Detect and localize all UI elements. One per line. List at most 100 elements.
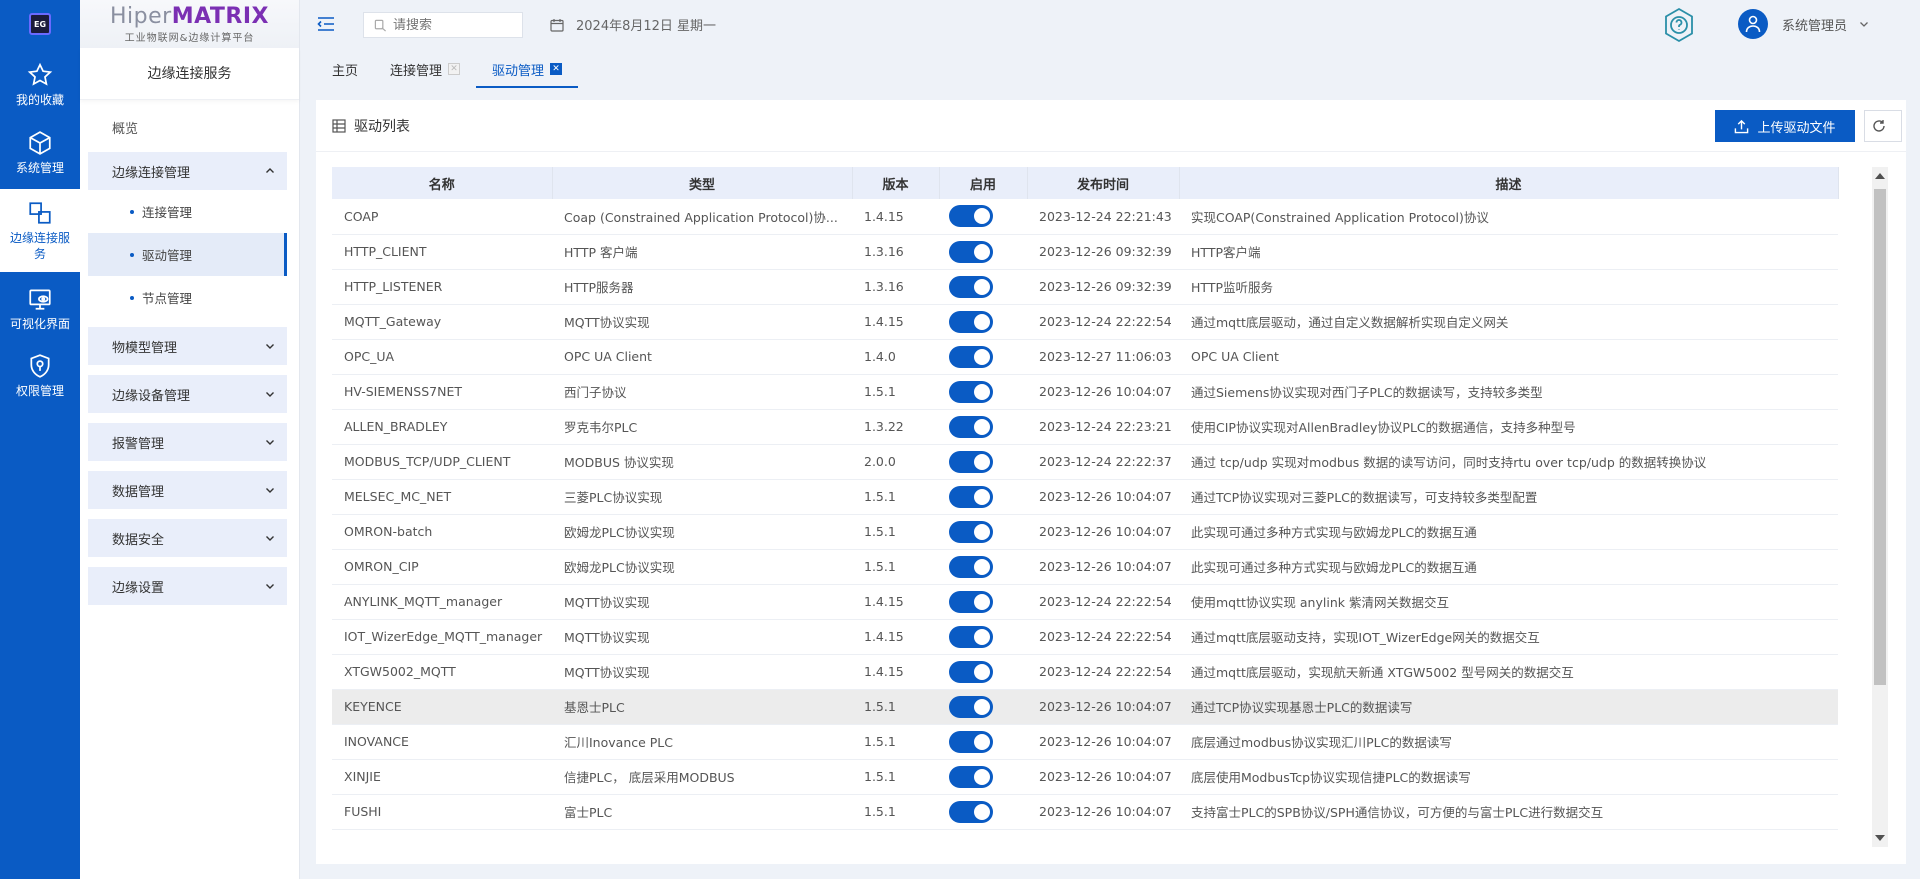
- table-row[interactable]: OPC_UA OPC UA Client 1.4.0 2023-12-27 11:06…: [332, 339, 1838, 375]
- rail-item-system[interactable]: 系统管理: [0, 125, 80, 180]
- column-header-enabled[interactable]: 启用: [939, 167, 1028, 199]
- sidebar-group-data-security[interactable]: 数据安全: [88, 519, 287, 557]
- enable-toggle[interactable]: [949, 695, 993, 718]
- table-row[interactable]: MELSEC_MC_NET 三菱PLC协议实现 1.5.1 2023-12-26 10…: [332, 479, 1838, 515]
- table-row[interactable]: FUSHI 富士PLC 1.5.1 2023-12-26 10:04:07 支持富士PL…: [332, 794, 1838, 830]
- tab-connection-mgmt[interactable]: 连接管理 ✕: [374, 50, 476, 88]
- enable-toggle[interactable]: [949, 450, 993, 473]
- sidebar-group-alarms[interactable]: 报警管理: [88, 423, 287, 461]
- sidebar-item-node-mgmt[interactable]: 节点管理: [88, 276, 287, 319]
- enable-toggle[interactable]: [949, 555, 993, 578]
- cell-name: HTTP_CLIENT: [332, 234, 552, 270]
- app-logo[interactable]: EG: [0, 0, 80, 48]
- table-row[interactable]: OMRON-batch 欧姆龙PLC协议实现 1.5.1 2023-12-26 10:…: [332, 514, 1838, 550]
- enable-toggle[interactable]: [949, 590, 993, 613]
- table-row[interactable]: IOT_WizerEdge_MQTT_manager MQTT协议实现 1.4.15…: [332, 619, 1838, 655]
- user-menu[interactable]: 系统管理员: [1738, 9, 1869, 39]
- rail-item-edge-connection[interactable]: 边缘连接服务: [0, 189, 80, 272]
- table-row[interactable]: XTGW5002_MQTT MQTT协议实现 1.4.15 2023-12-24 22…: [332, 654, 1838, 690]
- cell-publish-time: 2023-12-24 22:22:54: [1027, 584, 1179, 620]
- help-icon[interactable]: [1662, 7, 1696, 43]
- cell-publish-time: 2023-12-26 09:32:39: [1027, 234, 1179, 270]
- enable-toggle[interactable]: [949, 730, 993, 753]
- table-row[interactable]: COAP Coap (Constrained Application Protoc…: [332, 199, 1838, 235]
- sidebar-group-edge-connection[interactable]: 边缘连接管理: [88, 152, 287, 190]
- rail-item-label: 边缘连接服务: [10, 230, 71, 261]
- monitor-eye-icon: [29, 289, 51, 310]
- tab-label: 主页: [332, 63, 359, 79]
- sidebar-group-edge-settings[interactable]: 边缘设置: [88, 567, 287, 605]
- enable-toggle[interactable]: [949, 415, 993, 438]
- star-icon: [27, 62, 53, 86]
- upload-driver-button[interactable]: 上传驱动文件: [1715, 110, 1855, 142]
- tab-driver-mgmt[interactable]: 驱动管理 ✕: [476, 50, 579, 88]
- refresh-button[interactable]: [1864, 110, 1902, 142]
- refresh-icon: [1873, 120, 1885, 132]
- sidebar-item-connection-mgmt[interactable]: 连接管理: [88, 190, 287, 233]
- sidebar-item-overview[interactable]: 概览: [112, 118, 299, 140]
- rail-item-favorites[interactable]: 我的收藏: [0, 57, 80, 112]
- driver-table: 名称 类型 版本 启用 发布时间 描述 COAP Coap (Constraine…: [332, 167, 1839, 830]
- table-row[interactable]: KEYENCE 基恩士PLC 1.5.1 2023-12-26 10:04:07 通过T…: [332, 689, 1838, 725]
- cell-type: 信捷PLC， 底层采用MODBUS: [552, 759, 852, 795]
- enable-toggle[interactable]: [949, 800, 993, 823]
- table-row[interactable]: HV-SIEMENSS7NET 西门子协议 1.5.1 2023-12-26 10:0…: [332, 374, 1838, 410]
- table-row[interactable]: MODBUS_TCP/UDP_CLIENT MODBUS 协议实现 2.0.0 202…: [332, 444, 1838, 480]
- sidebar-group-thing-model[interactable]: 物模型管理: [88, 327, 287, 365]
- close-icon[interactable]: ✕: [448, 63, 461, 75]
- tab-home[interactable]: 主页: [316, 50, 374, 88]
- column-header-name[interactable]: 名称: [332, 167, 553, 199]
- cell-enabled: [939, 479, 1027, 515]
- sidebar-item-driver-mgmt[interactable]: 驱动管理: [88, 233, 287, 276]
- cell-type: OPC UA Client: [552, 339, 852, 375]
- vertical-scrollbar[interactable]: [1872, 167, 1888, 847]
- cell-name: MELSEC_MC_NET: [332, 479, 552, 515]
- enable-toggle[interactable]: [949, 520, 993, 543]
- enable-toggle[interactable]: [949, 310, 993, 333]
- table-row[interactable]: HTTP_CLIENT HTTP 客户端 1.3.16 2023-12-26 09:3…: [332, 234, 1838, 270]
- enable-toggle[interactable]: [949, 660, 993, 683]
- cell-name: IOT_WizerEdge_MQTT_manager: [332, 619, 552, 655]
- scroll-up-icon[interactable]: [1875, 173, 1885, 179]
- rail-item-visualization[interactable]: 可视化界面: [0, 275, 80, 343]
- column-header-description[interactable]: 描述: [1179, 167, 1839, 199]
- cell-version: 1.5.1: [852, 479, 939, 515]
- enable-toggle[interactable]: [949, 765, 993, 788]
- table-row[interactable]: HTTP_LISTENER HTTP服务器 1.3.16 2023-12-26 09:…: [332, 269, 1838, 305]
- cell-enabled: [939, 269, 1027, 305]
- enable-toggle[interactable]: [949, 625, 993, 648]
- sidebar-group-label: 报警管理: [112, 436, 165, 452]
- column-header-version[interactable]: 版本: [852, 167, 940, 199]
- enable-toggle[interactable]: [949, 240, 993, 263]
- scrollbar-thumb[interactable]: [1874, 189, 1886, 685]
- brand: HiperMATRIX 工业物联网&边缘计算平台: [80, 0, 299, 48]
- sidebar-group-edge-devices[interactable]: 边缘设备管理: [88, 375, 287, 413]
- column-header-publish-time[interactable]: 发布时间: [1027, 167, 1180, 199]
- enable-toggle[interactable]: [949, 205, 993, 228]
- sidebar-item-label: 连接管理: [142, 205, 193, 220]
- chevron-down-icon: [266, 536, 274, 541]
- cell-description: 通过 tcp/udp 实现对modbus 数据的读写访问，同时支持rtu ove…: [1179, 444, 1838, 480]
- table-row[interactable]: ALLEN_BRADLEY 罗克韦尔PLC 1.3.22 2023-12-24 22:…: [332, 409, 1838, 445]
- table-row[interactable]: ANYLINK_MQTT_manager MQTT协议实现 1.4.15 2023-1…: [332, 584, 1838, 620]
- search-box[interactable]: [363, 12, 523, 38]
- search-input[interactable]: [393, 17, 503, 33]
- enable-toggle[interactable]: [949, 380, 993, 403]
- table-row[interactable]: MQTT_Gateway MQTT协议实现 1.4.15 2023-12-24 22:…: [332, 304, 1838, 340]
- table-row[interactable]: XINJIE 信捷PLC， 底层采用MODBUS 1.5.1 2023-12-26 1…: [332, 759, 1838, 795]
- cell-name: INOVANCE: [332, 724, 552, 760]
- sidebar-group-data[interactable]: 数据管理: [88, 471, 287, 509]
- close-icon[interactable]: ✕: [550, 63, 563, 75]
- scroll-down-icon[interactable]: [1875, 835, 1885, 841]
- menu-toggle-icon[interactable]: [317, 16, 335, 32]
- table-body: COAP Coap (Constrained Application Protoc…: [332, 199, 1838, 830]
- column-header-type[interactable]: 类型: [552, 167, 853, 199]
- table-row[interactable]: INOVANCE 汇川Inovance PLC 1.5.1 2023-12-26 10…: [332, 724, 1838, 760]
- enable-toggle[interactable]: [949, 275, 993, 298]
- enable-toggle[interactable]: [949, 485, 993, 508]
- table-row[interactable]: OMRON_CIP 欧姆龙PLC协议实现 1.5.1 2023-12-26 10:04…: [332, 549, 1838, 585]
- cell-publish-time: 2023-12-27 11:06:03: [1027, 339, 1179, 375]
- enable-toggle[interactable]: [949, 345, 993, 368]
- rail-item-permissions[interactable]: 权限管理: [0, 351, 80, 401]
- sidebar-group-label: 边缘设置: [112, 580, 165, 596]
